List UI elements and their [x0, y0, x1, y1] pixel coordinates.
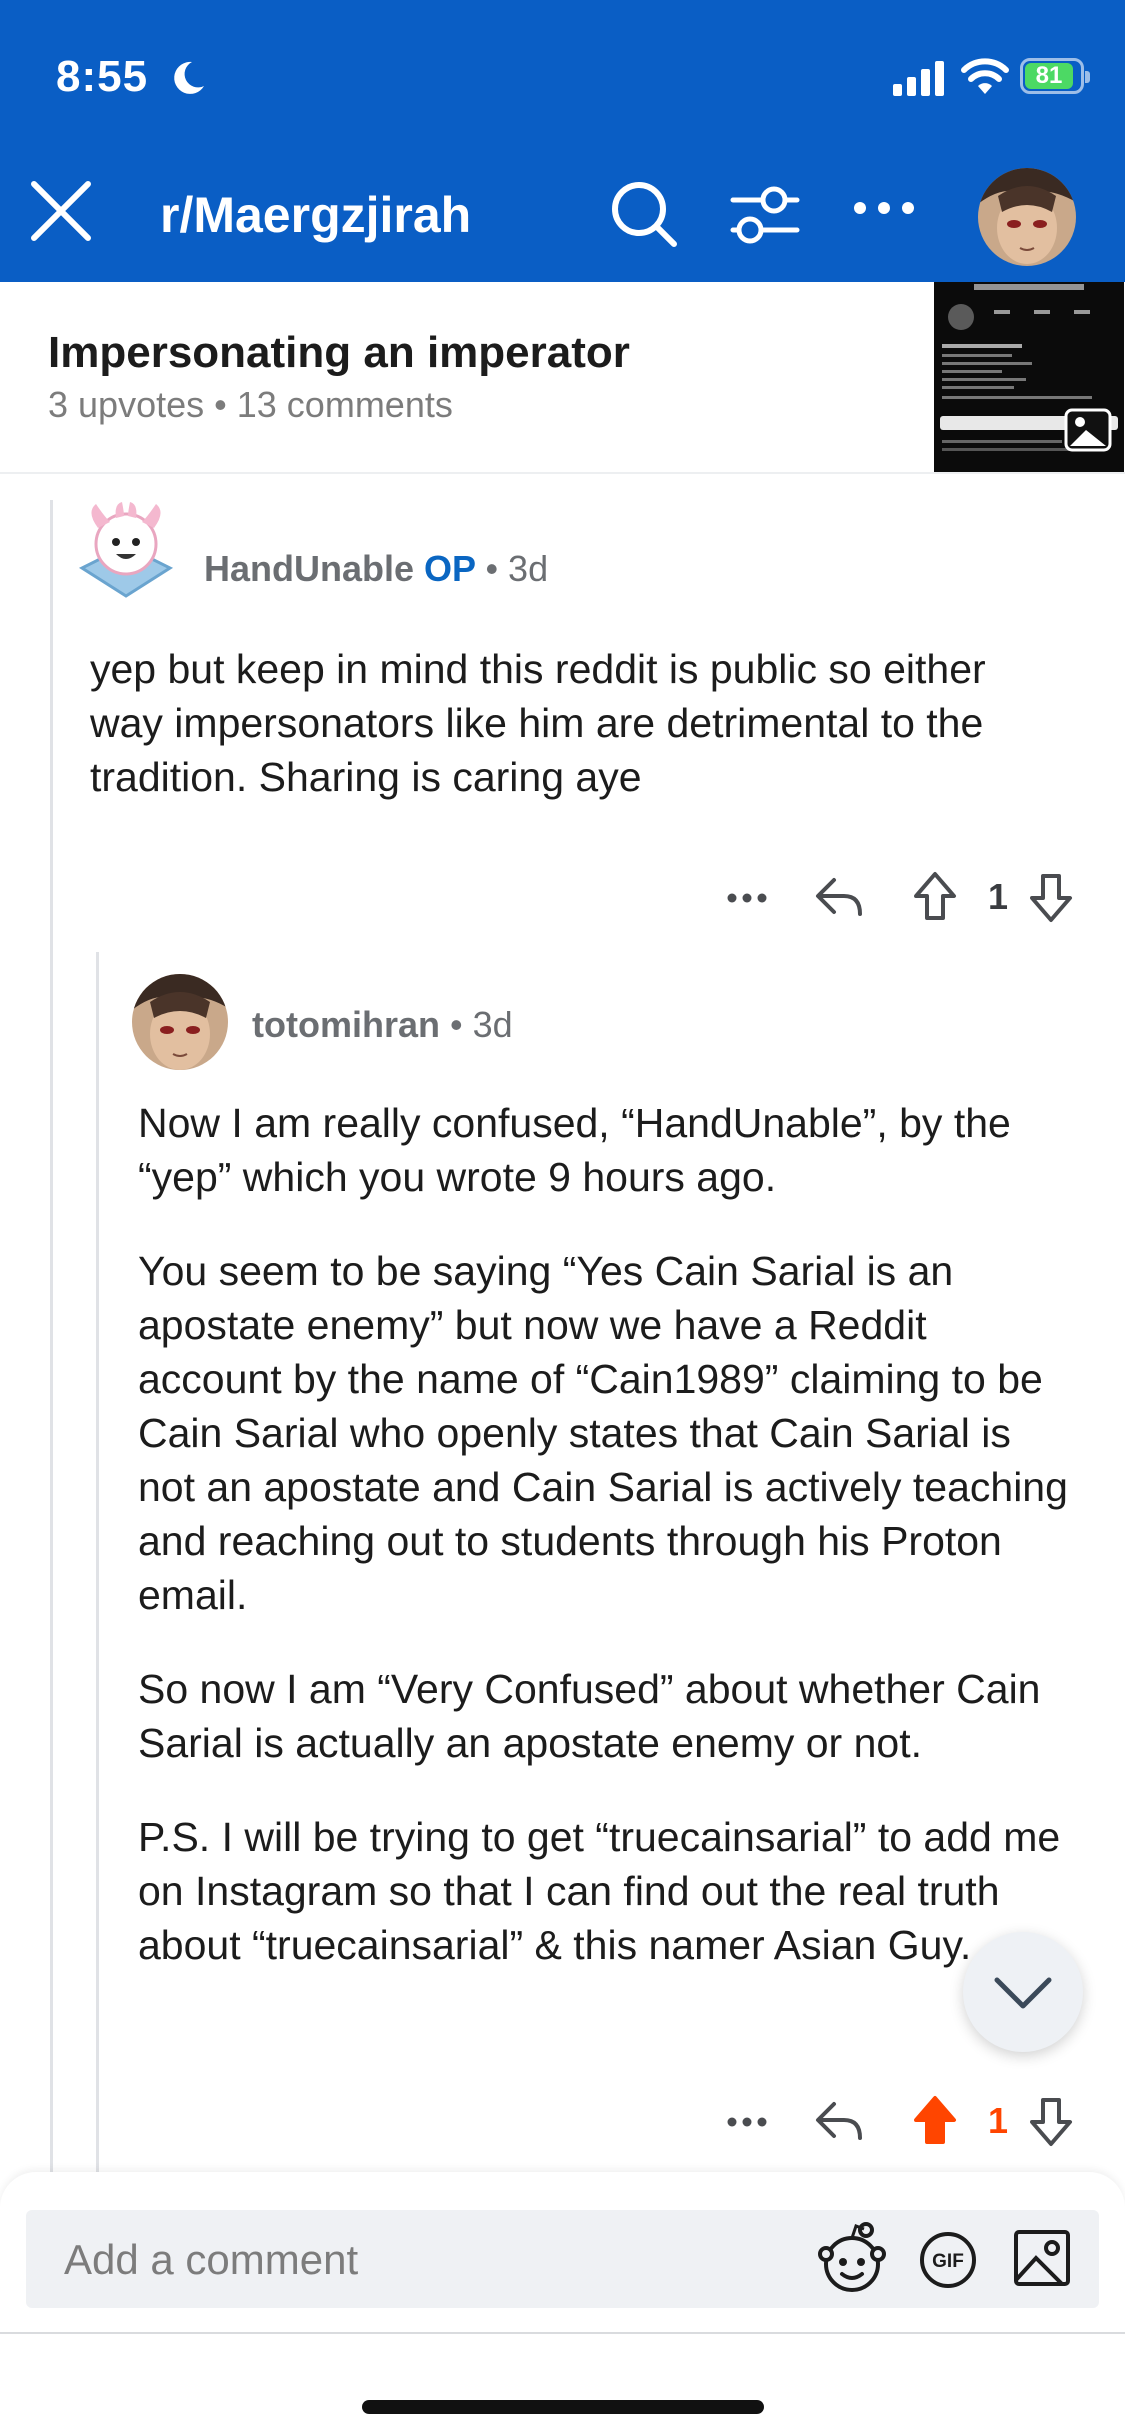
divider: [0, 2332, 1125, 2334]
comment-time: • 3d: [485, 548, 549, 589]
comment-count: 13 comments: [236, 384, 453, 425]
search-icon[interactable]: [608, 178, 680, 250]
op-badge: OP: [424, 548, 476, 589]
comment-body: yep but keep in mind this reddit is publ…: [90, 642, 1050, 844]
downvote-icon[interactable]: [1028, 872, 1074, 924]
comment-avatar[interactable]: [76, 498, 176, 598]
upvote-icon[interactable]: [912, 870, 958, 922]
more-icon[interactable]: [726, 892, 768, 904]
more-icon[interactable]: [726, 2116, 768, 2128]
comment-avatar[interactable]: [132, 974, 228, 1070]
comment-body: Now I am really confused, “HandUnable”, …: [138, 1096, 1068, 2012]
image-upload-icon[interactable]: [1012, 2228, 1072, 2288]
upvote-count: 3 upvotes: [48, 384, 205, 425]
snoo-emoji-icon[interactable]: [812, 2220, 892, 2300]
battery-level: 81: [1035, 62, 1063, 89]
home-indicator[interactable]: [362, 2400, 764, 2414]
svg-text:GIF: GIF: [932, 2251, 964, 2272]
thread-line[interactable]: [50, 500, 53, 2172]
comment-actions: 1: [720, 868, 1080, 928]
close-icon[interactable]: [28, 178, 94, 244]
comment-paragraph: So now I am “Very Confused” about whethe…: [138, 1666, 1041, 1766]
moon-icon: [174, 61, 204, 94]
battery-icon: 81: [1020, 58, 1090, 94]
gif-icon[interactable]: GIF: [918, 2230, 978, 2290]
wifi-icon: [961, 58, 1009, 94]
comment-paragraph: You seem to be saying “Yes Cain Sarial i…: [138, 1248, 1068, 1618]
meta-separator: •: [214, 384, 227, 425]
scroll-down-button[interactable]: [963, 1932, 1083, 2052]
comment-input-placeholder: Add a comment: [64, 2236, 359, 2283]
comment-author-line: totomihran • 3d: [252, 1004, 513, 1046]
comment-paragraph: Now I am really confused, “HandUnable”, …: [138, 1100, 1011, 1200]
thread-line[interactable]: [96, 952, 99, 2172]
app-header: 8:55 81 r/Maergzjirah: [0, 0, 1125, 282]
more-options-icon[interactable]: [852, 200, 916, 216]
reply-icon[interactable]: [814, 874, 864, 920]
post-title[interactable]: Impersonating an imperator: [48, 328, 630, 378]
post-summary[interactable]: Impersonating an imperator 3 upvotes • 1…: [0, 282, 1125, 474]
upvote-icon-active[interactable]: [912, 2094, 958, 2146]
reply-icon[interactable]: [814, 2098, 864, 2144]
downvote-icon[interactable]: [1028, 2096, 1074, 2148]
comment-score: 1: [988, 2100, 1009, 2141]
comment-paragraph: yep but keep in mind this reddit is publ…: [90, 646, 986, 800]
status-time: 8:55: [56, 52, 149, 101]
post-thumbnail[interactable]: [934, 282, 1124, 472]
user-avatar[interactable]: [978, 168, 1076, 266]
subreddit-title[interactable]: r/Maergzjirah: [160, 186, 471, 244]
comment-username[interactable]: totomihran: [252, 1004, 440, 1045]
comment-score: 1: [988, 876, 1009, 917]
signal-icon: [893, 61, 944, 96]
comment-time: • 3d: [450, 1004, 513, 1045]
comment-actions: 1: [720, 2092, 1080, 2152]
post-meta: 3 upvotes • 13 comments: [48, 384, 453, 426]
filter-icon[interactable]: [730, 186, 800, 246]
comment-author-line: HandUnable OP • 3d: [204, 548, 548, 590]
chevron-down-icon: [994, 1977, 1052, 2009]
comment-input[interactable]: Add a comment GIF: [26, 2210, 1099, 2308]
comment-paragraph: P.S. I will be trying to get “truecainsa…: [138, 1814, 1061, 1968]
comment-composer-panel: Add a comment GIF: [0, 2172, 1125, 2436]
comment-username[interactable]: HandUnable: [204, 548, 414, 589]
